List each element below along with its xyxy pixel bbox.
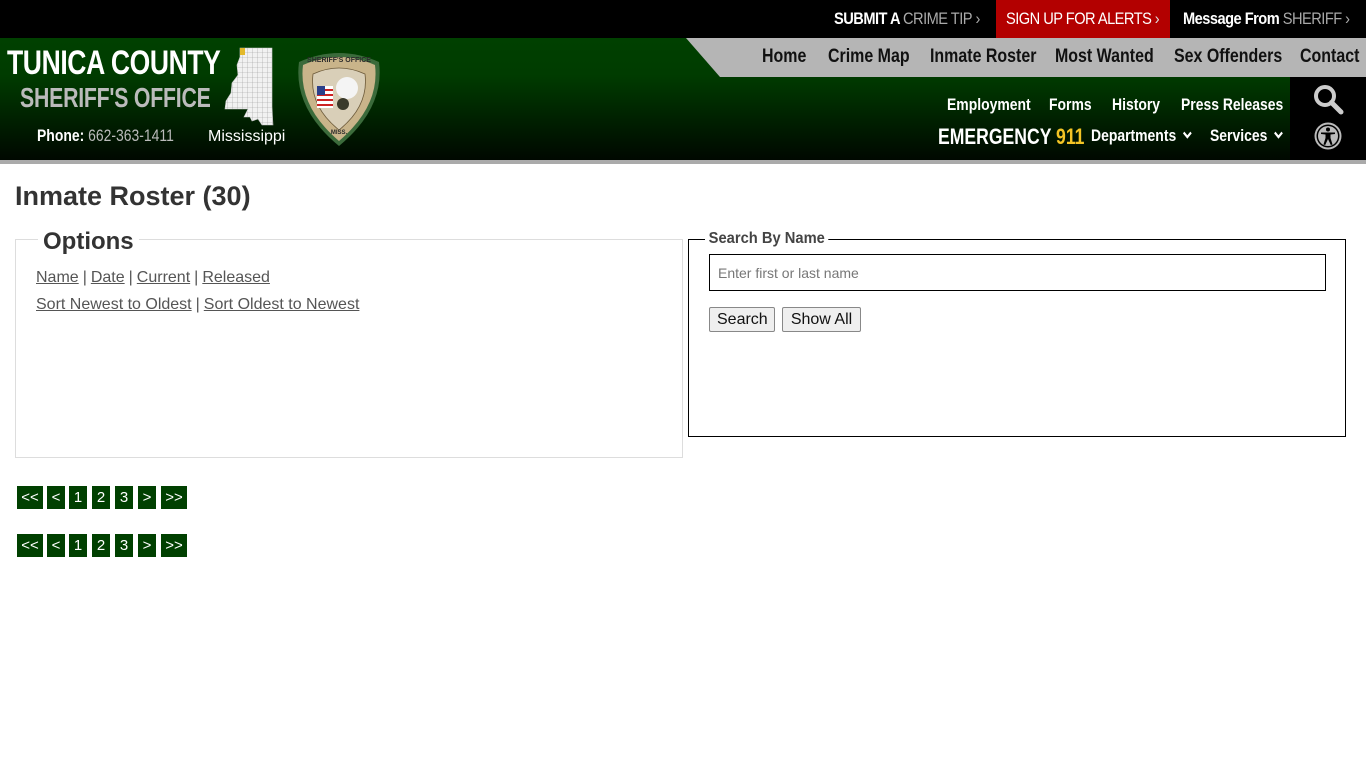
phone-label: Phone: <box>37 126 85 145</box>
page-2-button[interactable]: 2 <box>92 486 110 509</box>
separator: | <box>82 269 87 286</box>
chevron-right-icon: › <box>1345 9 1350 28</box>
header-divider <box>0 160 1366 164</box>
emergency-number[interactable]: EMERGENCY 911 <box>938 124 1084 150</box>
nav-most-wanted[interactable]: Most Wanted <box>1055 46 1154 68</box>
message-from-sheriff-link[interactable]: Message From SHERIFF › <box>1183 0 1350 38</box>
page-3-button[interactable]: 3 <box>115 486 133 509</box>
page-first-button[interactable]: << <box>17 486 43 509</box>
badge-text-bottom: MISS. <box>331 130 348 136</box>
sheriff-badge-logo[interactable]: SHERIFF'S OFFICE MISS. <box>295 48 383 148</box>
sort-oldest-link[interactable]: Sort Oldest to Newest <box>204 296 360 313</box>
nav-forms[interactable]: Forms <box>1049 95 1092 115</box>
nav-history[interactable]: History <box>1112 95 1160 115</box>
nav-press-releases[interactable]: Press Releases <box>1181 95 1283 115</box>
name-search-input[interactable] <box>709 254 1326 291</box>
chevron-right-icon: › <box>975 9 980 28</box>
search-icon[interactable] <box>1312 83 1344 115</box>
accessibility-icon[interactable] <box>1313 121 1343 151</box>
nav-home[interactable]: Home <box>762 46 806 68</box>
services-label: Services <box>1210 126 1268 145</box>
page-prev-button[interactable]: < <box>47 534 65 557</box>
nav-employment[interactable]: Employment <box>947 95 1031 115</box>
page-prev-button[interactable]: < <box>47 486 65 509</box>
page-last-button[interactable]: >> <box>161 534 187 557</box>
phone-number[interactable]: Phone: 662-363-1411 <box>37 126 174 146</box>
separator: | <box>195 296 200 313</box>
chevron-down-icon <box>1273 131 1283 139</box>
nav-sex-offenders[interactable]: Sex Offenders <box>1174 46 1282 68</box>
search-legend: Search By Name <box>705 230 829 248</box>
mississippi-map-icon <box>224 47 274 126</box>
crime-tip-sub: CRIME TIP <box>903 9 973 28</box>
top-bar: SUBMIT A CRIME TIP › SIGN UP FOR ALERTS › … <box>0 0 1366 38</box>
sign-up-alerts-link[interactable]: SIGN UP FOR ALERTS › <box>1006 0 1160 38</box>
filter-current-link[interactable]: Current <box>137 269 190 286</box>
search-by-name-panel: Search By Name Search Show All <box>688 230 1346 437</box>
page-2-button[interactable]: 2 <box>92 534 110 557</box>
site-title[interactable]: TUNICA COUNTY <box>7 44 221 83</box>
page-title: Inmate Roster (30) <box>15 181 251 211</box>
options-panel: Options Name | Date | Current | Released Sort … <box>15 228 683 458</box>
page-next-button[interactable]: > <box>138 486 156 509</box>
page-next-button[interactable]: > <box>138 534 156 557</box>
options-legend: Options <box>38 228 139 256</box>
nav-services-dropdown[interactable]: Services <box>1210 126 1283 146</box>
site-subtitle[interactable]: SHERIFF'S OFFICE <box>20 82 211 114</box>
page-1-button[interactable]: 1 <box>69 486 87 509</box>
sort-newest-link[interactable]: Sort Newest to Oldest <box>36 296 192 313</box>
chevron-down-icon <box>1182 131 1192 139</box>
chevron-right-icon: › <box>1154 9 1160 28</box>
state-label: Mississippi <box>208 128 286 145</box>
nav-inmate-roster[interactable]: Inmate Roster <box>930 46 1036 68</box>
sort-links: Sort Newest to Oldest | Sort Oldest to New… <box>36 296 359 314</box>
sheriff-main: Message From <box>1183 9 1280 28</box>
crime-tip-main: SUBMIT A <box>834 9 900 28</box>
nav-contact[interactable]: Contact <box>1300 46 1359 68</box>
sheriff-sub: SHERIFF <box>1282 9 1342 28</box>
filter-links: Name | Date | Current | Released <box>36 269 270 287</box>
separator: | <box>194 269 199 286</box>
separator: | <box>128 269 133 286</box>
filter-date-link[interactable]: Date <box>91 269 125 286</box>
badge-text-top: SHERIFF'S OFFICE <box>307 57 371 64</box>
filter-name-link[interactable]: Name <box>36 269 79 286</box>
nav-departments-dropdown[interactable]: Departments <box>1091 126 1192 146</box>
emergency-911: 911 <box>1056 124 1085 149</box>
page-last-button[interactable]: >> <box>161 486 187 509</box>
alerts-label: SIGN UP FOR ALERTS <box>1006 9 1152 28</box>
emergency-label: EMERGENCY <box>938 124 1052 149</box>
show-all-button[interactable]: Show All <box>782 307 861 332</box>
page-first-button[interactable]: << <box>17 534 43 557</box>
phone-value: 662-363-1411 <box>88 126 174 145</box>
submit-crime-tip-link[interactable]: SUBMIT A CRIME TIP › <box>834 0 980 38</box>
nav-crime-map[interactable]: Crime Map <box>828 46 910 68</box>
filter-released-link[interactable]: Released <box>202 269 270 286</box>
departments-label: Departments <box>1091 126 1177 145</box>
page-1-button[interactable]: 1 <box>69 534 87 557</box>
page-3-button[interactable]: 3 <box>115 534 133 557</box>
search-button[interactable]: Search <box>709 307 775 332</box>
